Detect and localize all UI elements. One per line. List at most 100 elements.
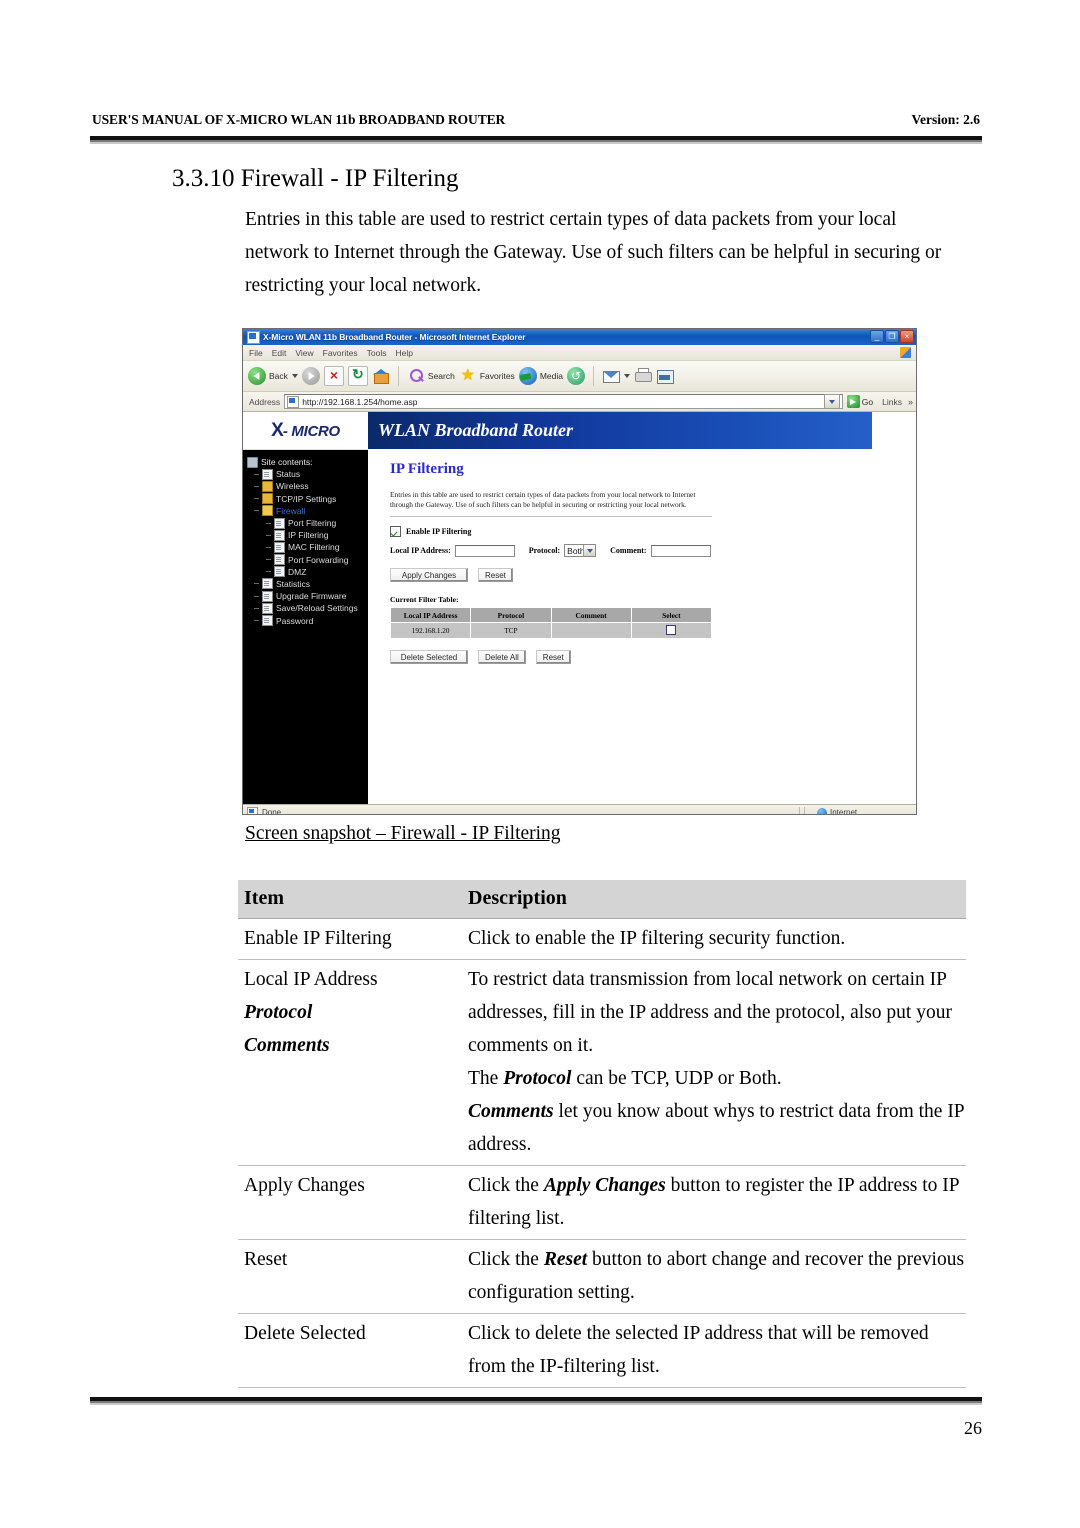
sidebar-item-password[interactable]: Password <box>247 614 368 627</box>
search-button[interactable]: Search <box>407 367 455 385</box>
logo-x-letter: X <box>271 419 284 441</box>
mail-button[interactable] <box>602 367 630 385</box>
links-label[interactable]: Links <box>882 397 902 407</box>
current-filter-table-label: Current Filter Table: <box>390 595 459 605</box>
table-reset-button[interactable]: Reset <box>535 650 571 665</box>
page-icon <box>262 602 273 614</box>
minimize-button[interactable]: _ <box>870 330 884 343</box>
tree-connector <box>266 559 271 561</box>
local-ip-address-input[interactable] <box>454 544 515 557</box>
sidebar-item-dmz[interactable]: DMZ <box>247 566 368 578</box>
close-button[interactable]: × <box>900 330 914 343</box>
desc-description-cell: Click the Apply Changes button to regist… <box>462 1165 966 1240</box>
menu-item-edit[interactable]: Edit <box>272 348 287 358</box>
go-button-label: Go <box>861 396 874 407</box>
browser-menubar: File Edit View Favorites Tools Help <box>243 345 916 361</box>
tree-connector <box>266 546 271 548</box>
chevron-down-icon[interactable] <box>291 374 298 378</box>
form-action-buttons: Apply Changes Reset <box>390 568 900 583</box>
enable-ip-filtering-row[interactable]: Enable IP Filtering <box>390 526 900 538</box>
apply-changes-button[interactable]: Apply Changes <box>390 568 468 583</box>
sidebar-item-firewall[interactable]: Firewall <box>247 505 368 517</box>
globe-icon <box>817 807 827 814</box>
stop-icon[interactable] <box>323 366 344 386</box>
sidebar-label-tcpip: TCP/IP Settings <box>276 493 337 504</box>
page-icon <box>274 529 285 541</box>
page-icon <box>262 578 273 590</box>
sidebar-item-port-forwarding[interactable]: Port Forwarding <box>247 554 368 566</box>
table-row: Delete Selected Click to delete the sele… <box>238 1313 966 1388</box>
home-icon[interactable] <box>372 367 390 385</box>
menu-item-help[interactable]: Help <box>395 348 412 358</box>
panel-divider <box>390 516 712 518</box>
sidebar-label-ip-filtering: IP Filtering <box>288 530 329 541</box>
toolbar-separator-2 <box>592 366 594 386</box>
back-arrow-icon <box>248 367 266 385</box>
section-intro-paragraph: Entries in this table are used to restri… <box>245 209 942 296</box>
favorites-button[interactable]: Favorites <box>459 367 515 385</box>
restore-button[interactable]: ❐ <box>885 330 899 343</box>
browser-addressbar: Address http://192.168.1.254/home.asp Go… <box>243 392 916 412</box>
ie-window-icon <box>247 330 260 344</box>
edit-page-icon[interactable] <box>656 367 674 385</box>
reset-button[interactable]: Reset <box>478 568 513 583</box>
desc-item-cell: Reset <box>238 1239 462 1314</box>
section-heading: 3.3.10 Firewall - IP Filtering <box>172 165 459 192</box>
sidebar-label-dmz: DMZ <box>288 566 307 577</box>
restore-icon: ❐ <box>888 332 896 341</box>
statusbar-divider-2 <box>804 807 805 814</box>
sidebar-label-password: Password <box>276 615 314 626</box>
sidebar-item-port-filtering[interactable]: Port Filtering <box>247 517 368 529</box>
search-icon <box>407 367 425 385</box>
sidebar-item-tcpip-settings[interactable]: TCP/IP Settings <box>247 493 368 505</box>
site-contents-tree: Site contents: Status Wireless TCP/IP Se… <box>243 450 368 627</box>
mail-chevron-down-icon[interactable] <box>623 374 630 378</box>
tree-connector <box>266 522 271 524</box>
sidebar-item-upgrade-firmware[interactable]: Upgrade Firmware <box>247 590 368 602</box>
back-button[interactable]: Back <box>248 367 298 385</box>
tree-connector <box>254 473 259 475</box>
go-button[interactable]: Go <box>846 395 874 408</box>
current-filter-table: Local IP Address Protocol Comment Select… <box>389 607 713 640</box>
delete-all-button[interactable]: Delete All <box>478 650 526 665</box>
cell-local-ip: 192.168.1.20 <box>389 622 472 640</box>
history-icon[interactable] <box>566 367 585 385</box>
windows-flag-icon <box>900 347 911 358</box>
address-dropdown-chevron-down-icon[interactable] <box>823 394 840 409</box>
menu-item-view[interactable]: View <box>295 348 313 358</box>
address-input[interactable]: http://192.168.1.254/home.asp <box>284 394 843 409</box>
page-icon <box>262 615 273 627</box>
links-overflow-chevron-icon[interactable]: » <box>908 397 913 407</box>
table-row: Reset Click the Reset button to abort ch… <box>238 1239 966 1314</box>
enable-ip-filtering-checkbox[interactable] <box>390 526 401 538</box>
item-description-table: Item Description Enable IP Filtering Cli… <box>238 880 966 1388</box>
sidebar-item-ip-filtering[interactable]: IP Filtering <box>247 529 368 541</box>
sidebar-item-statistics[interactable]: Statistics <box>247 578 368 590</box>
media-button[interactable]: Media <box>518 367 563 385</box>
page-number: 26 <box>964 1418 982 1438</box>
protocol-select[interactable]: Both <box>564 544 597 558</box>
chevron-down-icon[interactable] <box>583 545 596 557</box>
status-text: Done <box>262 808 282 815</box>
sidebar-item-wireless[interactable]: Wireless <box>247 480 368 492</box>
page-icon <box>274 541 285 553</box>
forward-button[interactable] <box>301 367 320 385</box>
print-icon[interactable] <box>634 367 652 385</box>
delete-selected-button[interactable]: Delete Selected <box>390 650 468 665</box>
desc-item-cell: Local IP Address Protocol Comments <box>238 959 462 1166</box>
comment-input[interactable] <box>650 544 711 557</box>
cell-select <box>630 622 713 640</box>
star-icon <box>459 367 477 385</box>
menu-item-file[interactable]: File <box>249 348 263 358</box>
go-arrow-icon <box>846 395 860 408</box>
sidebar-item-mac-filtering[interactable]: MAC Filtering <box>247 541 368 553</box>
sidebar-item-save-reload-settings[interactable]: Save/Reload Settings <box>247 602 368 614</box>
menu-item-tools[interactable]: Tools <box>367 348 387 358</box>
page-icon <box>262 590 273 602</box>
refresh-icon[interactable] <box>347 366 368 386</box>
row-select-checkbox[interactable] <box>666 624 677 635</box>
router-banner-title: WLAN Broadband Router <box>378 420 574 440</box>
menu-item-favorites[interactable]: Favorites <box>323 348 358 358</box>
sidebar-item-status[interactable]: Status <box>247 468 368 480</box>
router-main-panel: WLAN Broadband Router IP Filtering Entri… <box>368 412 916 804</box>
